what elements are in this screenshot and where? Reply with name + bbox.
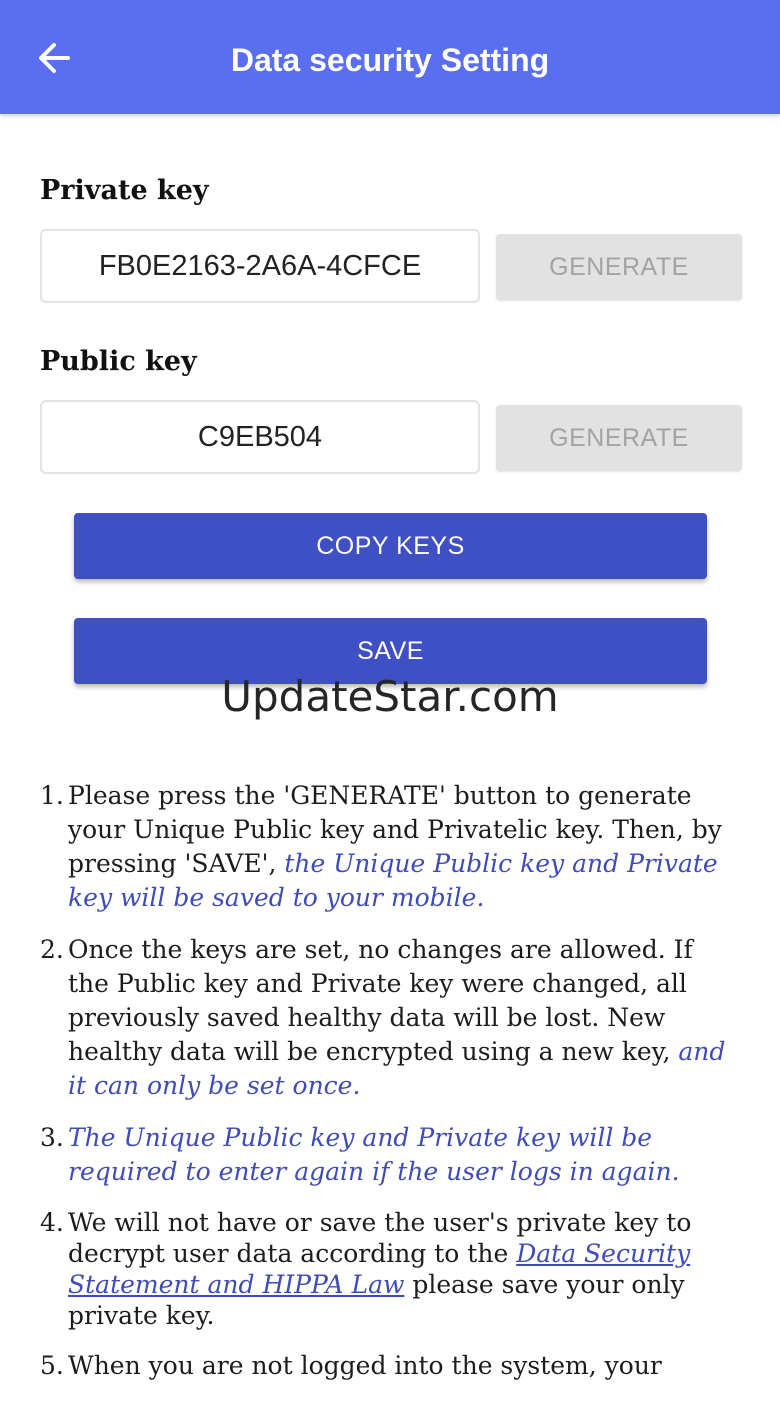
note-text: When you are not logged into the system,…: [68, 1351, 662, 1380]
page-title: Data security Setting: [230, 42, 550, 78]
watermark: UpdateStar.com: [221, 672, 559, 721]
generate-private-key-button[interactable]: GENERATE: [496, 234, 742, 300]
list-number: 2.: [40, 935, 64, 964]
public-key-label: Public key: [40, 346, 197, 377]
note-emphasis: The Unique Public key and Private key wi…: [68, 1123, 680, 1186]
note-text: Once the keys are set, no changes are al…: [68, 935, 693, 1066]
copy-keys-button[interactable]: COPY KEYS: [74, 513, 707, 579]
list-number: 5.: [40, 1351, 64, 1380]
list-item: 5. When you are not logged into the syst…: [40, 1349, 740, 1383]
list-number: 4.: [40, 1208, 64, 1237]
list-number: 1.: [40, 781, 64, 810]
app-bar: Data security Setting: [0, 0, 780, 114]
list-item: 4. We will not have or save the user's p…: [40, 1207, 740, 1331]
list-item: 3. The Unique Public key and Private key…: [40, 1121, 740, 1189]
list-number: 3.: [40, 1123, 64, 1152]
private-key-input[interactable]: [40, 229, 480, 303]
instructions-list: 1. Please press the 'GENERATE' button to…: [40, 779, 740, 1401]
private-key-label: Private key: [40, 175, 209, 206]
public-key-input[interactable]: [40, 400, 480, 474]
list-item: 2. Once the keys are set, no changes are…: [40, 933, 740, 1103]
list-item: 1. Please press the 'GENERATE' button to…: [40, 779, 740, 915]
generate-public-key-button[interactable]: GENERATE: [496, 405, 742, 471]
